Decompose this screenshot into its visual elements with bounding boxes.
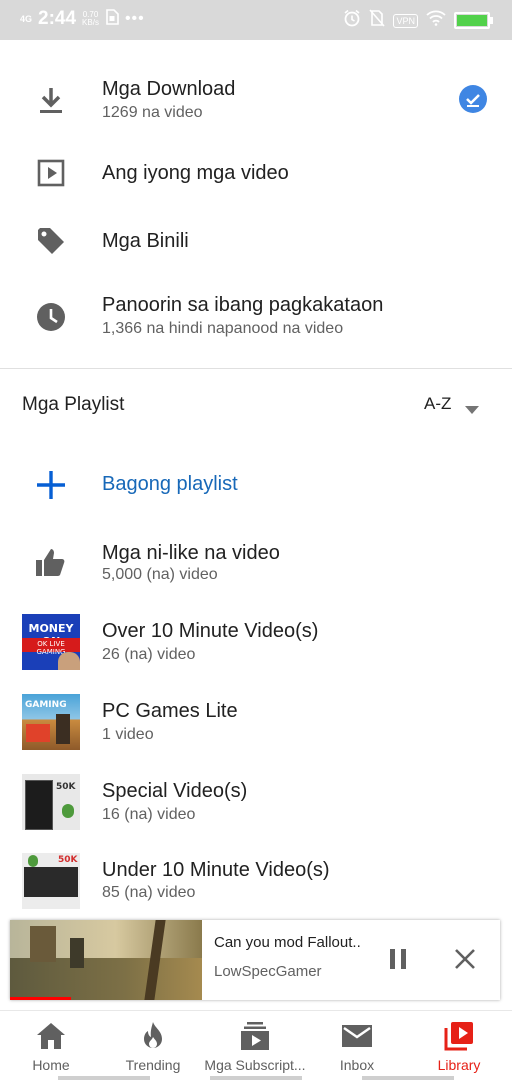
plus-icon	[34, 468, 68, 502]
nav-trending[interactable]: Trending	[102, 1011, 204, 1081]
download-icon	[34, 84, 68, 118]
bottom-navigation: Home Trending Mga Subscript... Inbox Lib…	[0, 1010, 512, 1081]
mini-player-thumbnail[interactable]	[10, 920, 202, 1000]
library-item-watch-later[interactable]: Panoorin sa ibang pagkakataon 1,366 na h…	[0, 286, 512, 346]
mini-player-channel: LowSpecGamer	[214, 963, 322, 980]
subscriptions-icon	[239, 1021, 271, 1051]
battery-icon	[454, 12, 493, 29]
playlist-special-videos[interactable]: 50K Special Video(s) 16 (na) video	[0, 774, 512, 834]
library-icon	[443, 1021, 475, 1051]
play-box-icon	[34, 156, 68, 190]
playlists-header: Mga Playlist A-Z	[0, 386, 512, 426]
home-icon	[35, 1021, 67, 1051]
library-item-title: Mga Binili	[102, 230, 189, 252]
sort-label[interactable]: A-Z	[424, 394, 451, 414]
playlist-title: PC Games Lite	[102, 700, 238, 722]
library-item-subtitle: 1269 na video	[102, 104, 203, 121]
playlist-pc-games-lite[interactable]: GAMING PC Games Lite 1 video	[0, 694, 512, 754]
mail-icon	[341, 1021, 373, 1051]
playlist-title: Under 10 Minute Video(s)	[102, 859, 330, 881]
nav-library[interactable]: Library	[408, 1011, 510, 1081]
playlist-over-10-minute[interactable]: MONEY ON OK LIVE GAMING Over 10 Minute V…	[0, 614, 512, 674]
sim-icon	[105, 8, 119, 30]
playlist-title: Mga ni-like na video	[102, 542, 280, 564]
playlist-subtitle: 26 (na) video	[102, 646, 196, 663]
more-notifications: •••	[124, 10, 145, 27]
library-item-title: Ang iyong mga video	[102, 162, 289, 184]
flame-icon	[137, 1021, 169, 1051]
clock: 2:44	[38, 8, 77, 29]
mini-player-title: Can you mod Fallout..	[214, 934, 361, 951]
network-speed: 0.70 KB/s	[82, 10, 99, 27]
network-indicator: 4G	[20, 13, 33, 24]
clock-icon	[34, 300, 68, 334]
new-playlist-button[interactable]: Bagong playlist	[0, 462, 512, 508]
playlist-title: Over 10 Minute Video(s)	[102, 620, 319, 642]
gesture-bar-left	[58, 1076, 150, 1080]
status-bar: 4G 2:44 0.70 KB/s ••• VPN	[0, 0, 512, 40]
library-item-purchases[interactable]: Mga Binili	[0, 216, 512, 266]
playlist-thumbnail: MONEY ON OK LIVE GAMING	[22, 614, 80, 670]
gesture-bar-right	[362, 1076, 454, 1080]
library-item-downloads[interactable]: Mga Download 1269 na video	[0, 72, 512, 132]
playlist-subtitle: 1 video	[102, 726, 154, 743]
playlist-subtitle: 5,000 (na) video	[102, 566, 218, 583]
mini-player[interactable]: Can you mod Fallout.. LowSpecGamer	[10, 920, 500, 1000]
thumbs-up-icon	[34, 546, 68, 580]
close-icon[interactable]	[452, 946, 478, 972]
library-item-your-videos[interactable]: Ang iyong mga video	[0, 148, 512, 198]
library-item-subtitle: 1,366 na hindi napanood na video	[102, 320, 344, 337]
downloaded-check-icon	[458, 84, 488, 114]
wifi-icon	[426, 10, 446, 31]
gesture-bar-center	[210, 1076, 302, 1080]
playlist-subtitle: 16 (na) video	[102, 806, 196, 823]
sort-dropdown-icon[interactable]	[464, 402, 480, 420]
pause-icon[interactable]	[386, 946, 412, 972]
vpn-icon: VPN	[393, 13, 418, 28]
tag-icon	[34, 224, 68, 258]
playlist-subtitle: 85 (na) video	[102, 884, 196, 901]
section-divider	[0, 368, 512, 369]
nav-home[interactable]: Home	[0, 1011, 102, 1081]
playlist-thumbnail: 50K	[22, 853, 80, 909]
library-item-title: Mga Download	[102, 78, 236, 100]
playlist-liked-videos[interactable]: Mga ni-like na video 5,000 (na) video	[0, 536, 512, 596]
nav-subscriptions[interactable]: Mga Subscript...	[204, 1011, 306, 1081]
playlist-thumbnail: 50K	[22, 774, 80, 830]
alarm-icon	[343, 9, 361, 32]
nav-inbox[interactable]: Inbox	[306, 1011, 408, 1081]
playlist-under-10-minute[interactable]: 50K Under 10 Minute Video(s) 85 (na) vid…	[0, 853, 512, 913]
new-playlist-label: Bagong playlist	[102, 473, 238, 495]
playlist-thumbnail: GAMING	[22, 694, 80, 750]
mini-player-progress	[10, 997, 72, 1000]
playlist-title: Special Video(s)	[102, 780, 248, 802]
mute-notification-icon	[369, 9, 386, 32]
playlists-title: Mga Playlist	[22, 394, 125, 415]
library-item-title: Panoorin sa ibang pagkakataon	[102, 294, 384, 316]
